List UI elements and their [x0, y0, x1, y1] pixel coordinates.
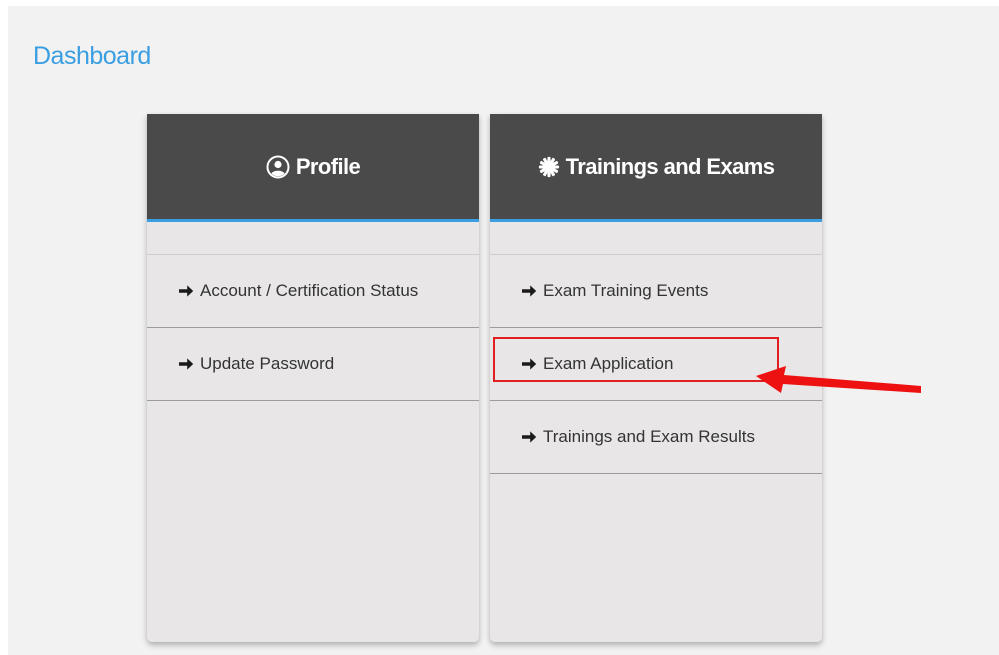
menu-item-account-certification-status[interactable]: Account / Certification Status [147, 255, 479, 328]
menu-item-label: Exam Training Events [543, 281, 709, 300]
menu-item-label: Account / Certification Status [200, 281, 419, 300]
arrow-right-icon [521, 430, 537, 444]
trainings-exams-card-title: Trainings and Exams [565, 153, 775, 179]
annotation-arrow-icon [756, 366, 921, 393]
trainings-exams-card-header: Trainings and Exams [490, 114, 822, 222]
menu-item-exam-training-events[interactable]: Exam Training Events [490, 255, 822, 328]
card-spacer [490, 222, 822, 255]
page-title: Dashboard [33, 42, 151, 70]
highlight-box [493, 337, 779, 382]
profile-card-header: Profile [147, 114, 479, 222]
profile-card-title: Profile [295, 153, 361, 179]
user-circle-icon [266, 155, 290, 179]
arrow-right-icon [521, 284, 537, 298]
dashboard-page: Dashboard Profile Account / Certificatio… [8, 6, 999, 655]
menu-item-update-password[interactable]: Update Password [147, 328, 479, 401]
menu-item-trainings-and-exam-results[interactable]: Trainings and Exam Results [490, 401, 822, 474]
card-spacer [147, 222, 479, 255]
profile-card: Profile Account / Certification Status U… [147, 114, 479, 642]
arrow-right-icon [178, 284, 194, 298]
gear-icon [538, 156, 560, 178]
arrow-right-icon [178, 357, 194, 371]
menu-item-label: Update Password [200, 354, 335, 373]
menu-item-label: Trainings and Exam Results [543, 427, 755, 446]
